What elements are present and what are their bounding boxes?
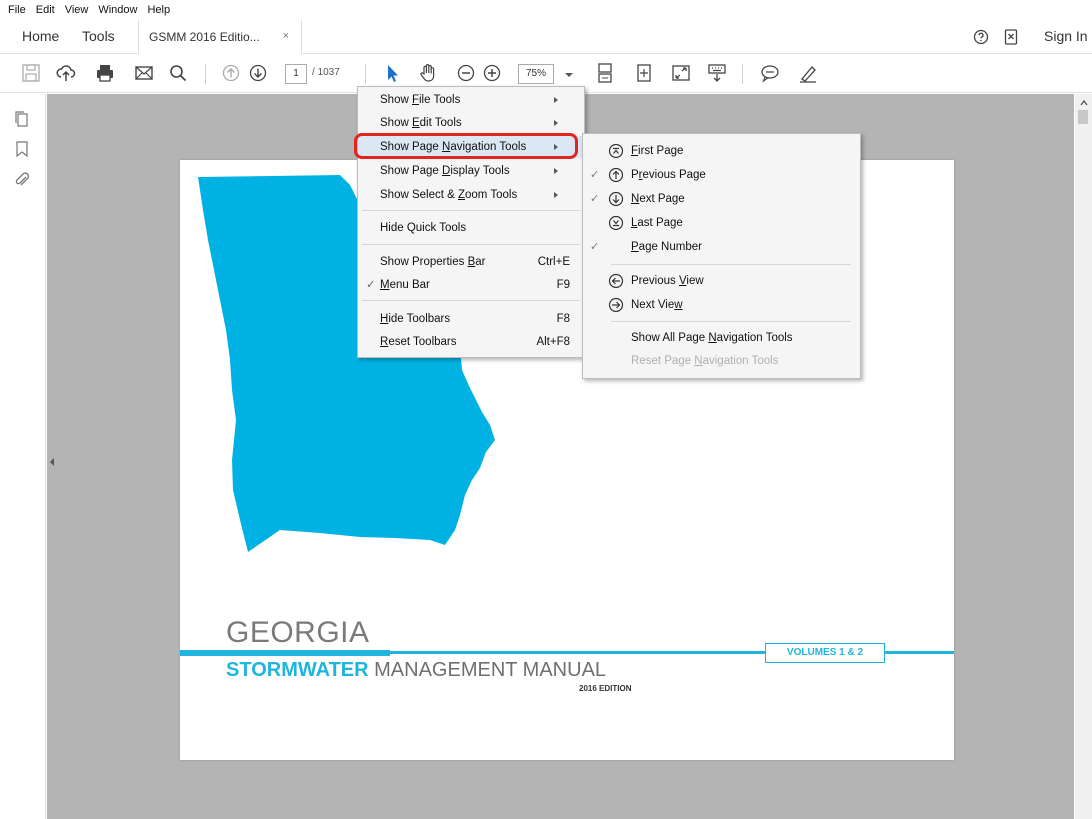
sub-previous-page[interactable]: ✓ Previous Page [583, 164, 860, 186]
menu-item-label: Page Number [631, 241, 702, 253]
menu-item-label: Next View [631, 299, 683, 311]
ctx-show-edit-tools[interactable]: Show Edit Tools [358, 112, 584, 134]
previous-page-icon [608, 167, 624, 183]
cover-subtitle-rest: MANAGEMENT MANUAL [368, 659, 607, 681]
ctx-show-page-display-tools[interactable]: Show Page Display Tools [358, 160, 584, 182]
menu-item-label: Last Page [631, 217, 683, 229]
checkmark-icon: ✓ [366, 279, 376, 291]
submenu-arrow-icon [554, 168, 558, 174]
menu-item-label: Show All Page Navigation Tools [631, 332, 793, 344]
menu-separator [362, 300, 580, 301]
menu-item-label: Previous View [631, 275, 704, 287]
cover-rule-thick [180, 650, 390, 656]
acrobat-window: File Edit View Window Help Home Tools GS… [0, 0, 1092, 819]
submenu-arrow-icon [554, 97, 558, 103]
menu-item-label: Show Page Navigation Tools [380, 141, 527, 153]
sub-last-page[interactable]: Last Page [583, 212, 860, 234]
previous-view-icon [608, 273, 624, 289]
menu-item-label: Show File Tools [380, 94, 461, 106]
ctx-hide-toolbars[interactable]: Hide Toolbars F8 [358, 308, 584, 330]
submenu-arrow-icon [554, 120, 558, 126]
cover-subtitle-accent: STORMWATER [226, 659, 369, 681]
menu-item-label: Previous Page [631, 169, 706, 181]
menu-separator [362, 210, 580, 211]
menu-item-label: Show Properties Bar [380, 256, 486, 268]
menu-item-label: Menu Bar [380, 279, 430, 291]
volumes-badge: VOLUMES 1 & 2 [765, 643, 885, 663]
cover-subtitle: STORMWATER MANAGEMENT MANUAL [226, 659, 606, 682]
scroll-thumb[interactable] [1078, 110, 1088, 124]
cover-edition: 2016 EDITION [579, 684, 632, 693]
sub-next-view[interactable]: Next View [583, 294, 860, 316]
sub-show-all-page-navigation-tools[interactable]: Show All Page Navigation Tools [583, 327, 860, 349]
menu-separator [611, 264, 851, 265]
vertical-scrollbar[interactable] [1075, 94, 1092, 819]
menu-item-label: Reset Toolbars [380, 336, 457, 348]
menu-separator [362, 244, 580, 245]
sub-next-page[interactable]: ✓ Next Page [583, 188, 860, 210]
submenu-arrow-icon [554, 144, 558, 150]
menu-item-label: First Page [631, 145, 684, 157]
sub-first-page[interactable]: First Page [583, 140, 860, 162]
sub-previous-view[interactable]: Previous View [583, 270, 860, 292]
submenu-arrow-icon [554, 192, 558, 198]
ctx-show-file-tools[interactable]: Show File Tools [358, 89, 584, 111]
cover-title: GEORGIA [226, 616, 370, 649]
menu-item-label: Hide Quick Tools [380, 222, 467, 234]
ctx-hide-quick-tools[interactable]: Hide Quick Tools [358, 217, 584, 239]
next-view-icon [608, 297, 624, 313]
menu-item-label: Show Select & Zoom Tools [380, 189, 518, 201]
page-navigation-submenu: First Page ✓ Previous Page ✓ Next Page Last P… [582, 133, 861, 379]
menu-shortcut: Alt+F8 [536, 336, 570, 348]
first-page-icon [608, 143, 624, 159]
menu-item-label: Reset Page Navigation Tools [631, 355, 779, 367]
next-page-icon [608, 191, 624, 207]
menu-item-label: Show Edit Tools [380, 117, 462, 129]
checkmark-icon: ✓ [590, 193, 600, 205]
menu-separator [611, 321, 851, 322]
scroll-up-icon[interactable] [1078, 97, 1090, 109]
menu-item-label: Next Page [631, 193, 685, 205]
menu-item-label: Show Page Display Tools [380, 165, 510, 177]
menu-item-label: Hide Toolbars [380, 313, 451, 325]
menu-shortcut: F9 [556, 279, 570, 291]
checkmark-icon: ✓ [590, 169, 600, 181]
menu-shortcut: F8 [556, 313, 570, 325]
checkmark-icon: ✓ [590, 241, 600, 253]
sub-page-number[interactable]: ✓ Page Number [583, 236, 860, 258]
ctx-show-properties-bar[interactable]: Show Properties Bar Ctrl+E [358, 251, 584, 273]
ctx-show-select-zoom-tools[interactable]: Show Select & Zoom Tools [358, 184, 584, 206]
sub-reset-page-navigation-tools: Reset Page Navigation Tools [583, 350, 860, 372]
toolbar-context-menu: Show File Tools Show Edit Tools Show Page … [357, 86, 585, 358]
menu-shortcut: Ctrl+E [537, 256, 570, 268]
last-page-icon [608, 215, 624, 231]
ctx-menu-bar[interactable]: Menu Bar ✓ F9 [358, 274, 584, 296]
ctx-reset-toolbars[interactable]: Reset Toolbars Alt+F8 [358, 331, 584, 353]
ctx-show-page-navigation-tools[interactable]: Show Page Navigation Tools [358, 136, 584, 158]
